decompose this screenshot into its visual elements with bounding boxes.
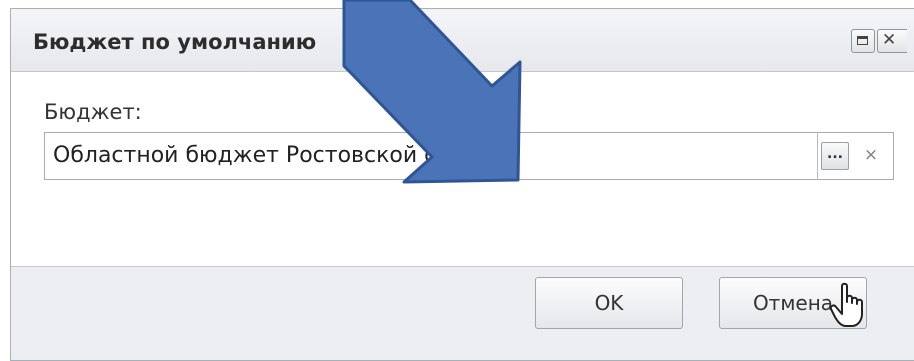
blue-pointer-arrow-icon: [342, 0, 522, 184]
hand-pointer-icon: [829, 282, 863, 327]
